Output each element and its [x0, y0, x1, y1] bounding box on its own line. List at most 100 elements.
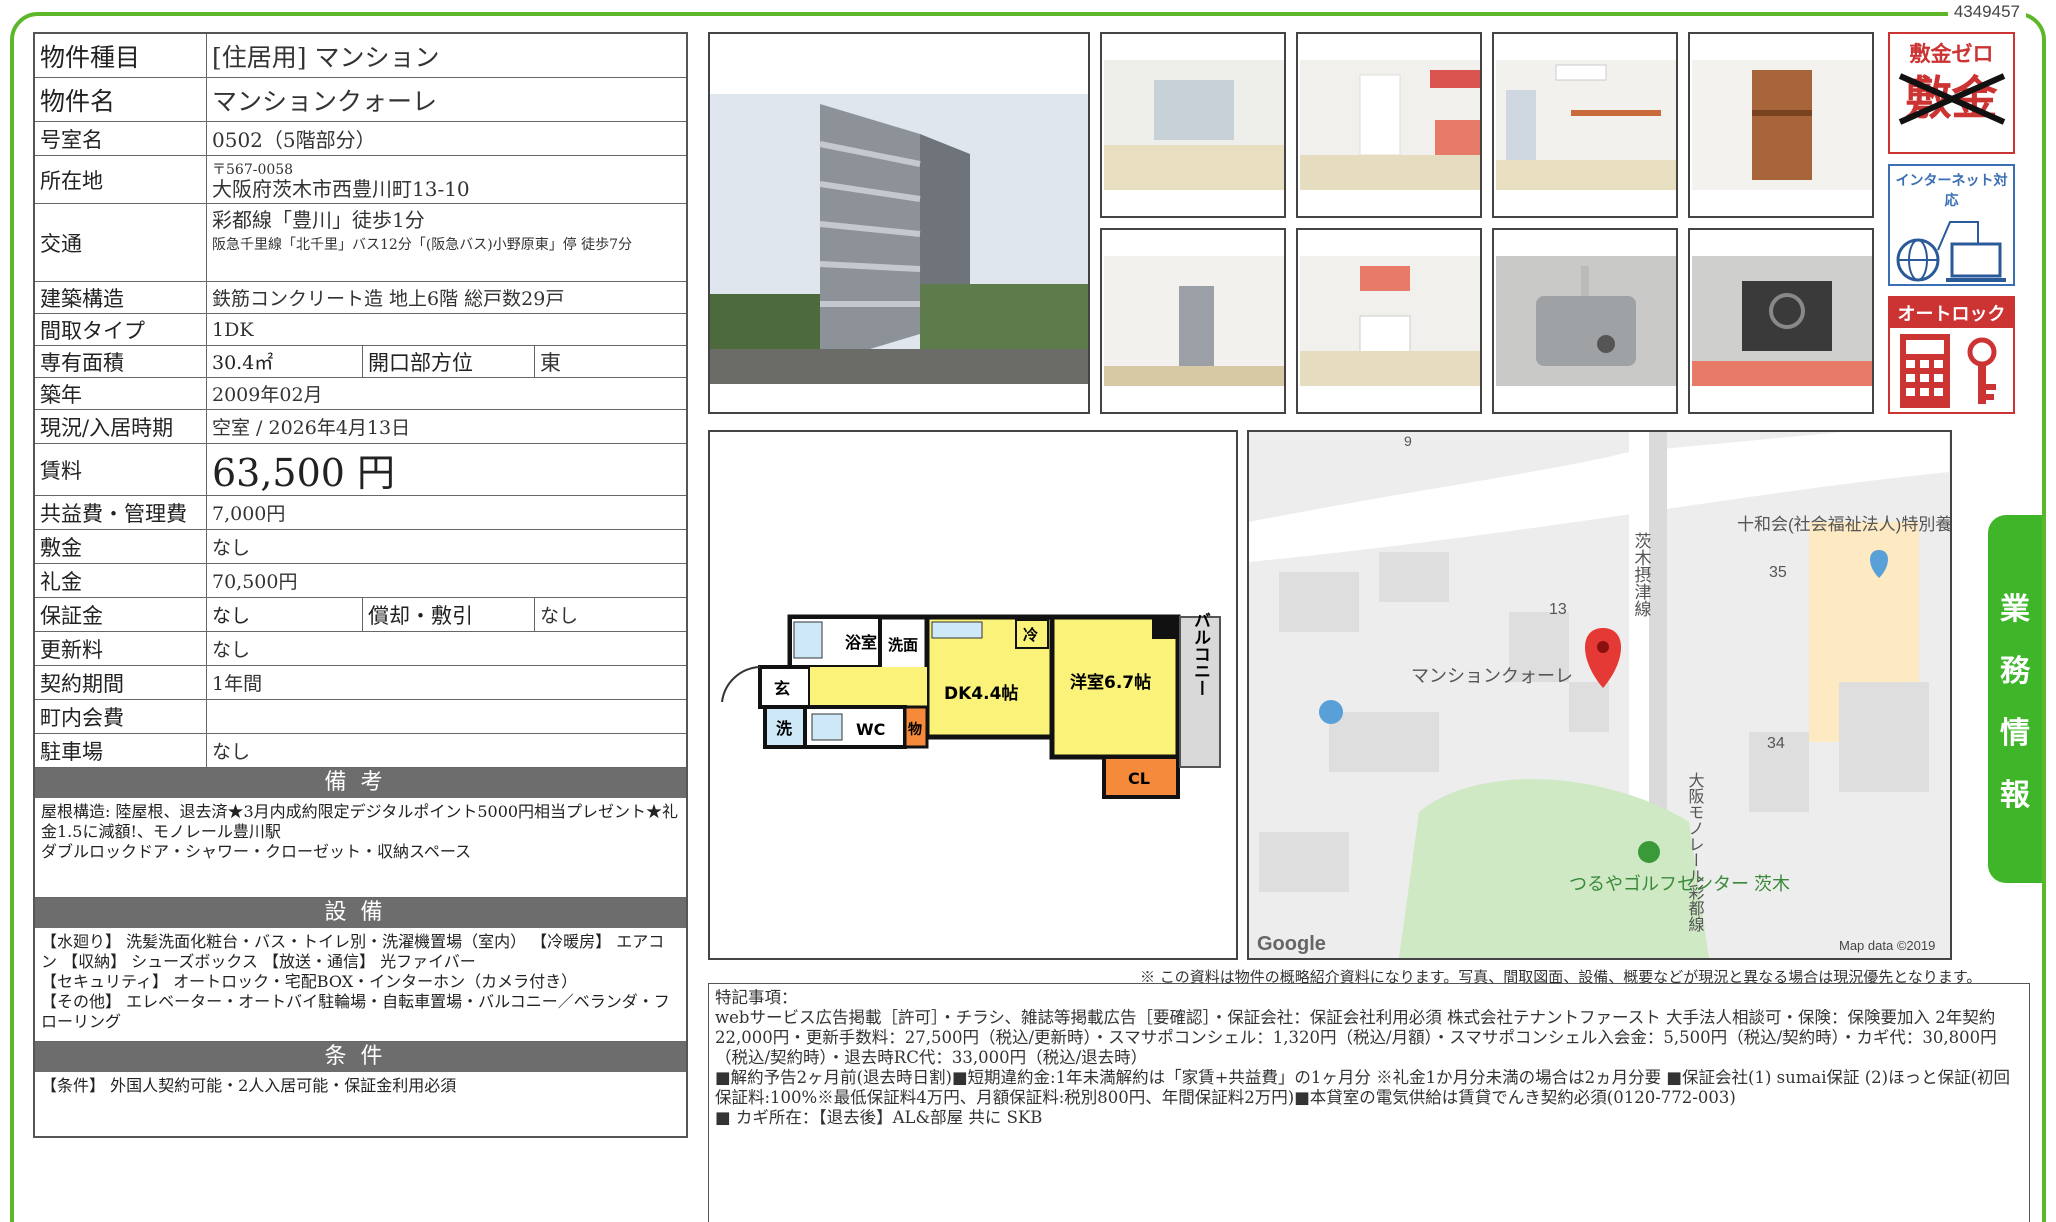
orientation-label: 開口部方位	[363, 346, 535, 377]
map-facility-label: 十和会(社会福祉法人)特別養護老人…	[1737, 515, 1950, 534]
floorplan-diagram: 浴室 洗面 冷 DK4.4帖 洋室6.7帖 CL バルコニー 玄 洗 WC 物	[721, 611, 1221, 799]
location-map[interactable]: 9 13 35 34 十和会(社会福祉法人)特別養護老人… マンションクォーレ …	[1247, 430, 1952, 960]
internet-badge: インターネット対応	[1888, 164, 2015, 286]
entrance-image	[1104, 256, 1284, 386]
golf-label: つるやゴルフセンター 茨木	[1569, 874, 1790, 894]
row-layout: 間取タイプ 1DK	[35, 314, 686, 346]
road2-label: 大阪モノレール彩都線	[1686, 772, 1705, 932]
internet-title: インターネット対応	[1895, 173, 2008, 209]
deposit-value: なし	[212, 537, 251, 559]
living-room-image	[1104, 60, 1284, 190]
internet-laptop-icon	[1896, 221, 2006, 282]
rent-value: 63,500 円	[212, 451, 396, 495]
entrance-label: 玄	[774, 679, 790, 698]
laundry-label: 洗	[776, 719, 792, 738]
orientation-value: 東	[540, 350, 561, 375]
guarantee-label: 保証金	[35, 598, 207, 631]
row-rent: 賃料 63,500 円	[35, 444, 686, 496]
access-label: 交通	[35, 204, 207, 281]
status-value: 空室 / 2026年4月13日	[212, 417, 411, 439]
building-exterior-image	[710, 34, 1088, 412]
side-tab-char: 情	[2000, 716, 2030, 751]
room-photo-3[interactable]	[1492, 32, 1678, 218]
equipment-header: 設備	[35, 898, 686, 928]
room-value: 0502（5階部分）	[212, 128, 376, 152]
bath-label: 浴室	[845, 633, 877, 652]
special-notes-text: webサービス広告掲載［許可］・チラシ、雑誌等掲載広告［要確認］・保証会社：保証…	[715, 1008, 2011, 1127]
parking-value: なし	[212, 741, 251, 763]
room-photo-5[interactable]	[1100, 228, 1286, 414]
type-value: [住居用] マンション	[212, 42, 440, 72]
western-room-label: 洋室6.7帖	[1070, 672, 1151, 693]
cross-out-icon	[1898, 73, 2006, 125]
remarks-text: 屋根構造: 陸屋根、退去済★3月内成約限定デジタルポイント5000円相当プレゼン…	[35, 798, 686, 898]
built-label: 築年	[35, 378, 207, 409]
map-label-35: 35	[1769, 564, 1787, 581]
room-photo-6[interactable]	[1296, 228, 1482, 414]
room-photo-4[interactable]	[1688, 32, 1874, 218]
area-label: 専有面積	[35, 346, 207, 377]
room-photo-1[interactable]	[1100, 32, 1286, 218]
area-value: 30.4㎡	[207, 346, 363, 377]
kitchen-image	[1300, 60, 1480, 190]
closet-label: CL	[1128, 769, 1150, 788]
google-logo: Google	[1257, 933, 1326, 955]
row-address: 所在地 〒567-0058 大阪府茨木市西豊川町13-10	[35, 156, 686, 204]
renewal-label: 更新料	[35, 632, 207, 665]
equipment-text: 【水廻り】 洗髪洗面化粧台・バス・トイレ別・洗濯機置場（室内） 【冷暖房】 エア…	[35, 928, 686, 1042]
autolock-title: オートロック	[1890, 298, 2013, 328]
layout-value: 1DK	[212, 318, 254, 341]
storage-label: 物	[908, 721, 922, 738]
row-area: 専有面積 30.4㎡ 開口部方位 東	[35, 346, 686, 378]
row-community: 町内会費	[35, 700, 686, 734]
business-info-tab[interactable]: 業 務 情 報	[1988, 515, 2042, 883]
closet-image	[1692, 60, 1872, 190]
conditions-text: 【条件】 外国人契約可能・2人入居可能・保証金利用必須	[41, 1076, 457, 1095]
structure-value: 鉄筋コンクリート造 地上6階 総戸数29戸	[212, 288, 565, 310]
renewal-value: なし	[212, 639, 251, 661]
balcony-label: バルコニー	[1190, 611, 1211, 696]
map-label-13: 13	[1549, 601, 1567, 618]
status-label: 現況/入居時期	[35, 410, 207, 443]
key-money-label: 礼金	[35, 564, 207, 597]
amortization-label: 償却・敷引	[363, 598, 535, 631]
conditions-header: 条件	[35, 1042, 686, 1072]
access-line1: 彩都線「豊川」徒歩1分	[212, 208, 425, 232]
dk-label: DK4.4帖	[944, 683, 1018, 704]
built-value: 2009年02月	[212, 384, 323, 406]
room-label: 号室名	[35, 122, 207, 155]
special-notes-title: 特記事項：	[715, 988, 798, 1007]
amortization-value: なし	[540, 605, 579, 627]
remarks-header: 備考	[35, 768, 686, 798]
autolock-keypad-icon	[1899, 334, 1996, 408]
type-label: 物件種目	[35, 34, 207, 77]
row-renewal: 更新料 なし	[35, 632, 686, 666]
autolock-badge: オートロック	[1888, 296, 2015, 414]
map-image: 9 13 35 34 十和会(社会福祉法人)特別養護老人… マンションクォーレ …	[1249, 432, 1950, 958]
row-parking: 駐車場 なし	[35, 734, 686, 768]
stove-image	[1692, 256, 1872, 386]
room-photo-7[interactable]	[1492, 228, 1678, 414]
row-contract: 契約期間 1年間	[35, 666, 686, 700]
fee-value: 7,000円	[212, 503, 286, 525]
contract-label: 契約期間	[35, 666, 207, 699]
zero-deposit-badge: 敷金ゼロ 敷金	[1888, 32, 2015, 154]
row-fee: 共益費・管理費 7,000円	[35, 496, 686, 530]
row-name: 物件名 マンションクォーレ	[35, 78, 686, 122]
parking-label: 駐車場	[35, 734, 207, 767]
row-status: 現況/入居時期 空室 / 2026年4月13日	[35, 410, 686, 444]
side-tab-char: 業	[2000, 592, 2030, 627]
special-notes-box: 特記事項： webサービス広告掲載［許可］・チラシ、雑誌等掲載広告［要確認］・保…	[708, 983, 2030, 1222]
map-building-label: マンションクォーレ	[1411, 666, 1573, 686]
document-id: 4349457	[1947, 2, 2026, 22]
sink-image	[1496, 256, 1676, 386]
map-label-9: 9	[1404, 433, 1412, 449]
exterior-photo[interactable]	[708, 32, 1090, 414]
room-photo-2[interactable]	[1296, 32, 1482, 218]
fridge-label: 冷	[1023, 626, 1038, 644]
deposit-label: 敷金	[35, 530, 207, 563]
washroom-label: 洗面	[888, 636, 918, 654]
room-photo-8[interactable]	[1688, 228, 1874, 414]
row-structure: 建築構造 鉄筋コンクリート造 地上6階 総戸数29戸	[35, 282, 686, 314]
name-label: 物件名	[35, 78, 207, 121]
